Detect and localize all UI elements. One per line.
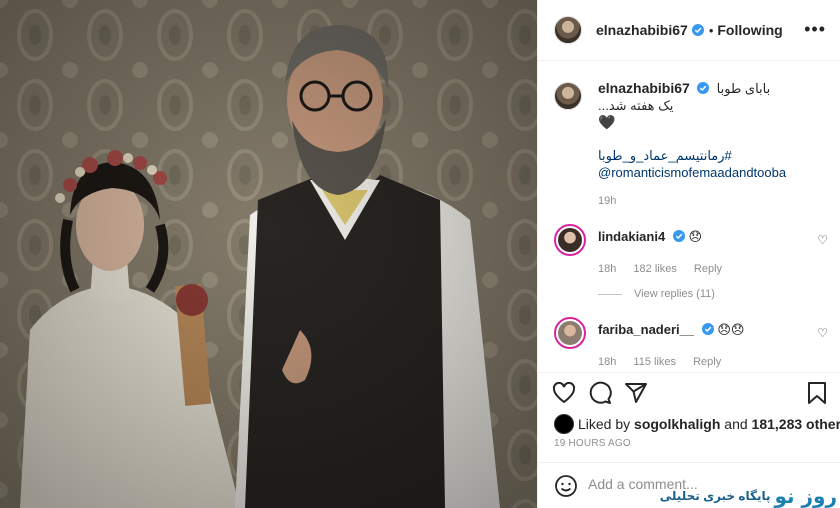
- comment-likes[interactable]: 115 likes: [633, 356, 676, 368]
- following-button[interactable]: Following: [717, 22, 782, 38]
- comment-like-heart-icon[interactable]: ♡: [817, 326, 828, 340]
- more-options-icon[interactable]: •••: [804, 20, 826, 38]
- emoji-smile-icon[interactable]: [554, 474, 578, 498]
- post-photo[interactable]: [0, 0, 537, 508]
- caption-line-1: بابای طوبا: [716, 81, 771, 96]
- comment-bubble-icon[interactable]: [588, 381, 612, 405]
- share-paper-plane-icon[interactable]: [624, 381, 648, 405]
- post-photo-illustration: [0, 0, 537, 508]
- verified-badge-icon: [672, 230, 685, 242]
- likes-and: and: [724, 416, 748, 432]
- bookmark-icon[interactable]: [805, 381, 829, 405]
- comment-time: 18h: [598, 263, 617, 275]
- comment-reply-button[interactable]: Reply: [694, 263, 722, 275]
- liker-avatar[interactable]: [554, 414, 574, 434]
- comment-item: fariba_naderi__ 😞😞 18h 115 likes Reply ♡: [554, 317, 834, 368]
- post-timestamp: 19 HOURS AGO: [554, 438, 631, 449]
- add-comment-bar: پایگاه خبری تحلیلی روز نو: [538, 462, 840, 508]
- verified-badge-icon: [691, 24, 704, 36]
- comment-username[interactable]: lindakiani4: [598, 229, 665, 244]
- likes-summary: Liked by sogolkhaligh and 181,283 others: [554, 414, 840, 434]
- view-replies-label: View replies (11): [634, 288, 715, 300]
- comment-time: 18h: [598, 356, 617, 368]
- comment-reply-button[interactable]: Reply: [693, 356, 721, 368]
- like-heart-icon[interactable]: [552, 381, 576, 405]
- black-heart-emoji: 🖤: [598, 114, 616, 130]
- comment-likes[interactable]: 182 likes: [633, 263, 676, 275]
- caption-line-2: ...یک هفته شد: [598, 98, 674, 113]
- watermark-logo: روز نو: [774, 484, 837, 508]
- commenter-avatar[interactable]: [554, 317, 586, 349]
- post-header: elnazhabibi67 • Following •••: [538, 0, 840, 61]
- likes-prefix: Liked by: [578, 416, 631, 432]
- commenter-avatar[interactable]: [554, 224, 586, 256]
- watermark-text: پایگاه خبری تحلیلی: [659, 489, 771, 503]
- watermark: پایگاه خبری تحلیلی روز نو: [660, 486, 837, 506]
- instagram-post: elnazhabibi67 • Following ••• elnazhabib…: [0, 0, 840, 508]
- post-caption: elnazhabibi67 بابای طوبا ...یک هفته شد 🖤…: [554, 80, 834, 210]
- comment-username[interactable]: fariba_naderi__: [598, 322, 694, 337]
- post-sidebar: elnazhabibi67 • Following ••• elnazhabib…: [537, 0, 840, 508]
- comment-like-heart-icon[interactable]: ♡: [817, 233, 828, 247]
- liker-username[interactable]: sogolkhaligh: [634, 416, 720, 432]
- caption-mention[interactable]: @romanticismofemaadandtooba: [598, 164, 834, 181]
- action-bar: Liked by sogolkhaligh and 181,283 others…: [538, 372, 840, 462]
- verified-badge-icon: [701, 323, 714, 335]
- view-replies-button[interactable]: View replies (11): [598, 288, 715, 300]
- author-username[interactable]: elnazhabibi67: [596, 22, 688, 38]
- likes-count[interactable]: 181,283 others: [752, 416, 840, 432]
- replies-divider: [598, 293, 622, 295]
- caption-username[interactable]: elnazhabibi67: [598, 80, 690, 96]
- header-separator: •: [708, 22, 714, 38]
- author-avatar[interactable]: [554, 16, 582, 44]
- comment-text: 😞😞: [717, 322, 745, 337]
- caption-avatar[interactable]: [554, 82, 582, 110]
- caption-time: 19h: [598, 195, 617, 207]
- caption-hashtag[interactable]: #رمانتیسم_عماد_و_طوبا: [598, 147, 834, 164]
- comment-item: lindakiani4 😞 18h 182 likes Reply ♡: [554, 224, 834, 275]
- verified-badge-icon: [697, 82, 710, 94]
- comment-text: 😞: [688, 229, 703, 244]
